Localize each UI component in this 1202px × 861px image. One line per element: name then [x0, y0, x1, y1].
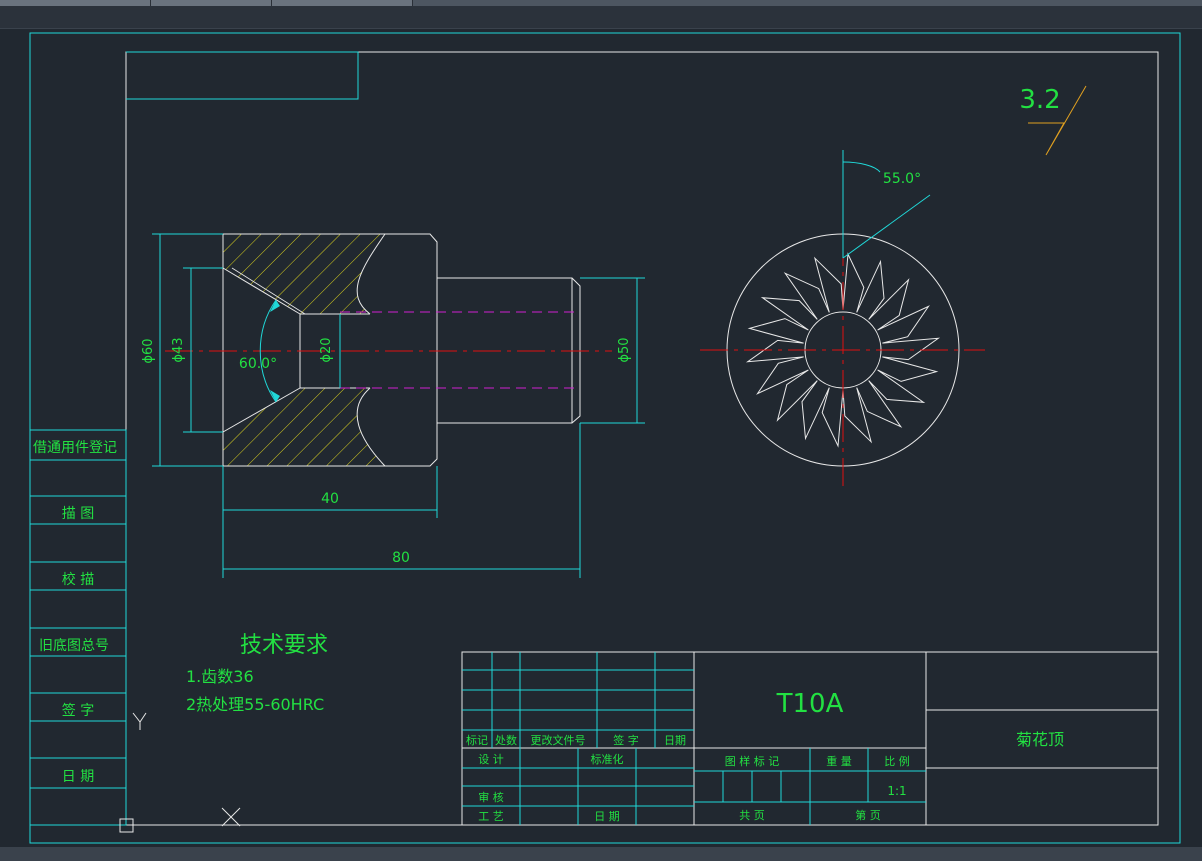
sign-row-label: 日 期: [594, 810, 620, 823]
top-left-box: [126, 51, 359, 100]
roughness-value: 3.2: [1019, 85, 1060, 115]
side-label: 借通用件登记: [33, 440, 117, 456]
status-bar: [0, 847, 1202, 861]
scale-value: 1:1: [887, 784, 906, 798]
rev-header: 签 字: [613, 733, 639, 747]
dim-teeth-angle: 55.0°: [883, 171, 921, 187]
end-view: 55.0°: [700, 150, 985, 490]
dim-taper-angle: 60.0°: [239, 356, 277, 372]
side-label: 校 描: [62, 571, 94, 588]
roughness-symbol: 3.2: [1019, 85, 1087, 156]
rev-header: 处数: [495, 734, 517, 747]
section-view: [165, 233, 612, 467]
drawing-canvas[interactable]: 借通用件登记 描 图 校 描 旧底图总号 签 字 日 期 ϕ60 ϕ43 ϕ20…: [0, 0, 1202, 861]
outer-frame: [29, 32, 1181, 844]
side-label: 签 字: [62, 702, 94, 719]
rev-header: 标记: [466, 733, 488, 747]
info-header: 图 样 标 记: [725, 754, 780, 768]
sign-row-label: 设 计: [478, 753, 504, 766]
dim-d20: ϕ20: [319, 337, 334, 362]
tech-item: 2热处理55-60HRC: [186, 695, 324, 714]
info-header: 比 例: [884, 754, 910, 768]
side-label: 日 期: [62, 769, 94, 785]
part-name: 菊花顶: [1016, 730, 1064, 749]
sign-row-label: 工 艺: [478, 810, 504, 823]
dim-d60: ϕ60: [141, 338, 156, 363]
dimensions: [152, 233, 645, 578]
dim-d43: ϕ43: [171, 337, 186, 362]
info-header: 重 量: [826, 754, 852, 768]
dim-len40: 40: [321, 491, 339, 507]
dim-len80: 80: [392, 550, 410, 566]
side-label: 描 图: [62, 506, 94, 522]
sign-row-label: 标准化: [591, 752, 624, 766]
rev-header: 日期: [664, 734, 686, 747]
tech-item: 1.齿数36: [186, 667, 254, 686]
sign-row-label: 审 核: [478, 790, 504, 804]
rev-header: 更改文件号: [531, 733, 586, 747]
side-label: 旧底图总号: [39, 638, 109, 654]
sheet-number: 第 页: [855, 808, 881, 822]
dim-d50: ϕ50: [617, 337, 632, 362]
tech-title: 技术要求: [240, 633, 328, 658]
sheet-total: 共 页: [739, 809, 765, 822]
ucs-icon: [119, 712, 241, 833]
side-column: 借通用件登记 描 图 校 描 旧底图总号 签 字 日 期: [29, 429, 127, 826]
material-code: T10A: [776, 689, 844, 719]
